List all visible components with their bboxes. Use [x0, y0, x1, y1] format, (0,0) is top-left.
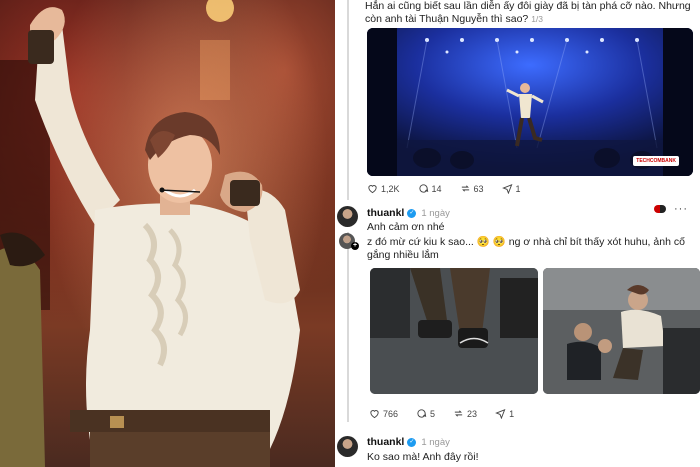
like-count: 766	[383, 408, 399, 419]
comment-icon	[418, 184, 428, 193]
repost-count: 63	[473, 183, 484, 194]
reply-text: z đó mừ cứ kiu k sao... 🥺 🥺 ng ơ nhà chỉ…	[367, 236, 685, 261]
backstage-group-illustration	[543, 268, 700, 394]
share-button[interactable]: 1	[501, 183, 521, 194]
comment-count: 14	[431, 183, 442, 194]
reply-header: thuankl ✓ 1 ngày	[367, 436, 450, 448]
plus-icon[interactable]: +	[351, 242, 359, 250]
send-icon	[495, 409, 506, 419]
username[interactable]: thuankl	[367, 207, 404, 219]
username[interactable]: thuankl	[367, 436, 404, 448]
sponsor-badge: TECHCOMBANK	[633, 156, 679, 166]
timestamp: 1 ngày	[421, 208, 450, 219]
reply-actions: 766 5 23 1	[369, 408, 532, 419]
reply-text: Ko sao mà! Anh đây rồi!	[367, 451, 479, 463]
repost-count: 23	[467, 408, 478, 419]
backstage-feet-illustration	[370, 268, 538, 394]
share-count: 1	[509, 408, 515, 419]
media-pager: 1/3	[531, 14, 544, 24]
send-icon	[501, 184, 512, 194]
share-count: 1	[515, 183, 521, 194]
repost-icon	[461, 185, 469, 192]
concert-stage-illustration	[367, 28, 693, 176]
share-button[interactable]: 1	[495, 408, 514, 419]
thread-line	[347, 232, 349, 422]
reply-photo[interactable]	[543, 268, 700, 394]
more-icon[interactable]: ···	[674, 203, 688, 215]
comment-button[interactable]: 14	[418, 183, 442, 194]
post-caption-text: Hẳn ai cũng biết sau lần diễn ấy đôi già…	[365, 0, 691, 25]
like-button[interactable]: 1,2K	[367, 183, 400, 194]
post-caption: Hẳn ai cũng biết sau lần diễn ấy đôi già…	[365, 0, 695, 26]
reply-menu: ···	[654, 203, 688, 215]
like-count: 1,2K	[381, 183, 400, 194]
reaction-icon	[654, 205, 666, 214]
threads-feed: Hẳn ai cũng biết sau lần diễn ấy đôi già…	[335, 0, 700, 467]
performer-photo	[0, 0, 335, 467]
thread-line	[347, 0, 349, 200]
verified-icon: ✓	[407, 437, 417, 447]
verified-icon: ✓	[407, 208, 417, 218]
like-button[interactable]: 766	[369, 408, 398, 419]
post-video[interactable]: TECHCOMBANK	[367, 28, 693, 176]
avatar[interactable]	[337, 436, 358, 457]
repost-button[interactable]: 23	[453, 408, 477, 419]
reply-header: thuankl ✓ 1 ngày	[367, 207, 450, 219]
heart-icon	[370, 410, 379, 419]
post-actions: 1,2K 14 63 1	[367, 183, 539, 194]
performer-illustration	[0, 0, 300, 467]
quoted-text: Anh cảm ơn nhé	[367, 221, 445, 233]
avatar[interactable]	[337, 206, 358, 227]
repost-icon	[454, 410, 463, 417]
repost-button[interactable]: 63	[460, 183, 484, 194]
comment-count: 5	[430, 408, 436, 419]
comment-button[interactable]: 5	[416, 408, 435, 419]
reply-photo[interactable]	[370, 268, 538, 394]
comment-icon	[417, 409, 427, 418]
heart-icon	[368, 185, 377, 194]
timestamp: 1 ngày	[421, 437, 450, 448]
